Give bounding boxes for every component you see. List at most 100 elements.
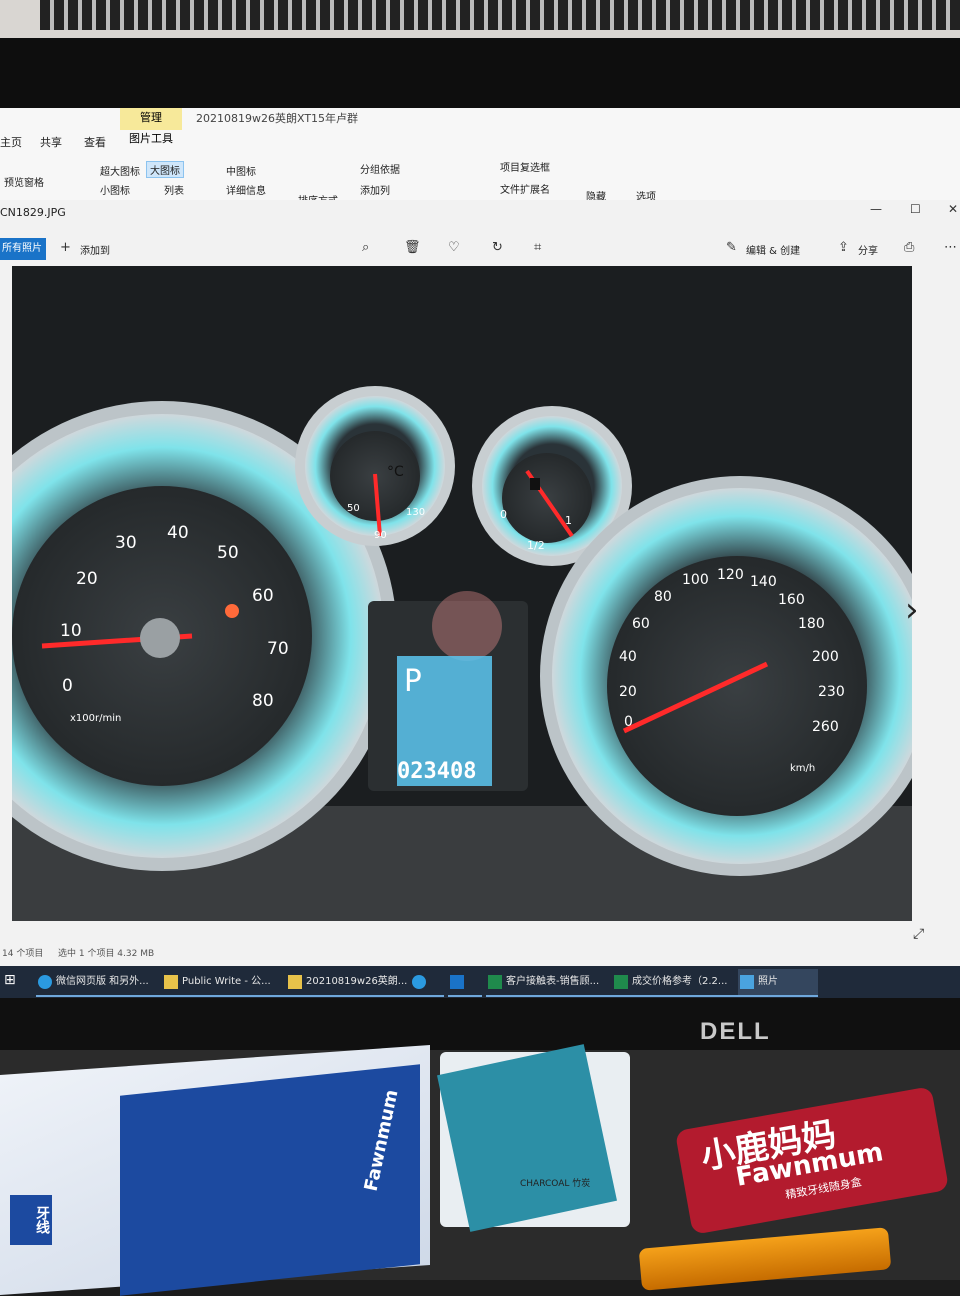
edit-create-button[interactable]: 编辑 & 创建 — [746, 242, 800, 257]
item-count: 14 个项目 — [2, 949, 44, 959]
selection-info: 选中 1 个项目 4.32 MB — [58, 949, 155, 959]
photo-dashboard: 0 10 20 30 40 50 60 70 80 x100r/min °C 5… — [12, 266, 912, 921]
fuel-pump-icon — [530, 478, 540, 490]
maximize-icon[interactable]: ☐ — [910, 202, 921, 216]
taskbar-item-outlook[interactable] — [448, 969, 482, 997]
monitor-screen: 管理 图片工具 20210819w26英朗XT15年卢群 主页 共享 查看 预览… — [0, 108, 960, 998]
photos-icon — [740, 975, 754, 989]
viewer-toolbar: 所有照片 + 添加到 ⌕ 🗑 ♡ ↻ ⌗ ✎ 编辑 & 创建 ⇪ 分享 ⎙ ⋯ — [0, 230, 960, 266]
add-column-button[interactable]: 添加列 — [360, 182, 390, 197]
tab-home[interactable]: 主页 — [0, 134, 22, 150]
tach-unit: x100r/min — [70, 713, 121, 724]
group-by-button[interactable]: 分组依据 — [360, 161, 400, 176]
expand-icon[interactable]: ⤢ — [913, 926, 924, 942]
dell-logo: DELL — [700, 1018, 771, 1045]
layout-large[interactable]: 大图标 — [146, 161, 184, 178]
taskbar-item-folder[interactable]: 20210819w26英朗... — [286, 969, 418, 997]
warning-light-icon — [225, 604, 239, 618]
explorer-statusbar: 14 个项目 选中 1 个项目 4.32 MB — [0, 946, 960, 964]
viewer-file-name: CN1829.JPG — [0, 206, 66, 219]
taskbar-item-excel-2[interactable]: 成交价格参考（2.2... — [612, 969, 746, 997]
share-icon[interactable]: ⇪ — [838, 240, 849, 255]
tab-view[interactable]: 查看 — [84, 134, 106, 150]
excel-icon — [488, 975, 502, 989]
floss-package-text: CHARCOAL 竹炭 — [520, 1179, 591, 1189]
print-icon[interactable]: ⎙ — [904, 240, 914, 255]
edge-icon — [38, 975, 52, 989]
layout-list[interactable]: 列表 — [164, 182, 184, 197]
preview-pane-button[interactable]: 预览窗格 — [4, 174, 44, 189]
more-icon[interactable]: ⋯ — [944, 240, 957, 255]
temp-label-50: 50 — [347, 503, 360, 514]
temp-label-130: 130 — [406, 507, 425, 518]
center-display: P 023408 — [368, 591, 528, 791]
close-icon[interactable]: ✕ — [948, 202, 958, 216]
tach-tick-10: 10 — [60, 621, 82, 641]
rotate-icon[interactable]: ↻ — [492, 240, 503, 255]
zoom-icon[interactable]: ⌕ — [362, 240, 369, 255]
speed-tick-230: 230 — [818, 684, 845, 700]
dashboard-illustration: 0 10 20 30 40 50 60 70 80 x100r/min °C 5… — [12, 266, 912, 921]
layout-medium[interactable]: 中图标 — [226, 163, 256, 178]
tach-tick-80: 80 — [252, 691, 274, 711]
heart-icon[interactable]: ♡ — [448, 240, 460, 255]
tach-tick-50: 50 — [217, 543, 239, 563]
windows-taskbar: ⊞ 微信网页版 和另外... Public Write - 公... 20210… — [0, 966, 960, 998]
next-photo-icon[interactable]: › — [905, 590, 919, 630]
tach-tick-70: 70 — [267, 639, 289, 659]
tachometer-hub — [140, 618, 180, 658]
windows-start-icon[interactable]: ⊞ — [4, 972, 16, 988]
edit-icon[interactable]: ✎ — [726, 240, 737, 255]
share-button[interactable]: 分享 — [858, 242, 878, 257]
folder-icon — [288, 975, 302, 989]
item-checkboxes-toggle[interactable]: 项目复选框 — [500, 159, 550, 174]
fuel-label-half: 1/2 — [527, 539, 545, 552]
layout-details[interactable]: 详细信息 — [226, 182, 266, 197]
taskbar-item-browser[interactable]: 微信网页版 和另外... — [36, 969, 172, 997]
taskbar-item-word[interactable]: Public Write - 公... — [162, 969, 292, 997]
tach-tick-30: 30 — [115, 533, 137, 553]
speed-tick-80: 80 — [654, 589, 672, 605]
taskbar-item-excel-1[interactable]: 客户接触表-销售顾... — [486, 969, 620, 997]
tab-share[interactable]: 共享 — [40, 134, 62, 150]
odometer: 023408 — [397, 759, 476, 784]
taskbar-item-photos[interactable]: 照片 — [738, 969, 818, 997]
explorer-ribbon: 管理 图片工具 20210819w26英朗XT15年卢群 主页 共享 查看 预览… — [0, 108, 960, 207]
speed-tick-120: 120 — [717, 567, 744, 583]
delete-icon[interactable]: 🗑 — [404, 240, 421, 255]
taskbar-item-ie[interactable] — [410, 969, 444, 997]
folder-icon — [164, 975, 178, 989]
layout-small[interactable]: 小图标 — [100, 182, 130, 197]
speed-tick-0: 0 — [624, 714, 633, 730]
all-photos-button[interactable]: 所有照片 — [0, 238, 46, 260]
speed-tick-20: 20 — [619, 684, 637, 700]
tach-tick-60: 60 — [252, 586, 274, 606]
add-icon[interactable]: + — [60, 240, 71, 255]
minimize-icon[interactable]: — — [870, 202, 882, 216]
gear-indicator: P — [404, 664, 422, 699]
crop-icon[interactable]: ⌗ — [534, 240, 541, 255]
fuel-label-full: 1 — [565, 514, 572, 527]
tab-manage[interactable]: 管理 — [120, 108, 182, 130]
speed-tick-40: 40 — [619, 649, 637, 665]
monitor-top-edge — [0, 0, 960, 42]
outlook-icon — [450, 975, 464, 989]
ie-icon — [412, 975, 426, 989]
add-to-button[interactable]: 添加到 — [80, 242, 110, 257]
speed-tick-160: 160 — [778, 592, 805, 608]
monitor-bezel-bottom — [0, 998, 960, 1050]
folder-title: 20210819w26英朗XT15年卢群 — [196, 112, 359, 125]
temp-label-90: 90 — [374, 530, 387, 541]
speed-tick-260: 260 — [812, 719, 839, 735]
monitor-bezel-top — [0, 38, 960, 110]
fuel-label-empty: 0 — [500, 508, 507, 521]
tach-tick-40: 40 — [167, 523, 189, 543]
speed-tick-140: 140 — [750, 574, 777, 590]
layout-extra-large[interactable]: 超大图标 — [100, 163, 140, 178]
speed-tick-60: 60 — [632, 616, 650, 632]
file-extensions-toggle[interactable]: 文件扩展名 — [500, 181, 550, 196]
speed-tick-100: 100 — [682, 572, 709, 588]
tab-picture-tools[interactable]: 图片工具 — [120, 130, 182, 148]
tach-tick-0: 0 — [62, 676, 73, 696]
temp-unit: °C — [387, 464, 404, 480]
